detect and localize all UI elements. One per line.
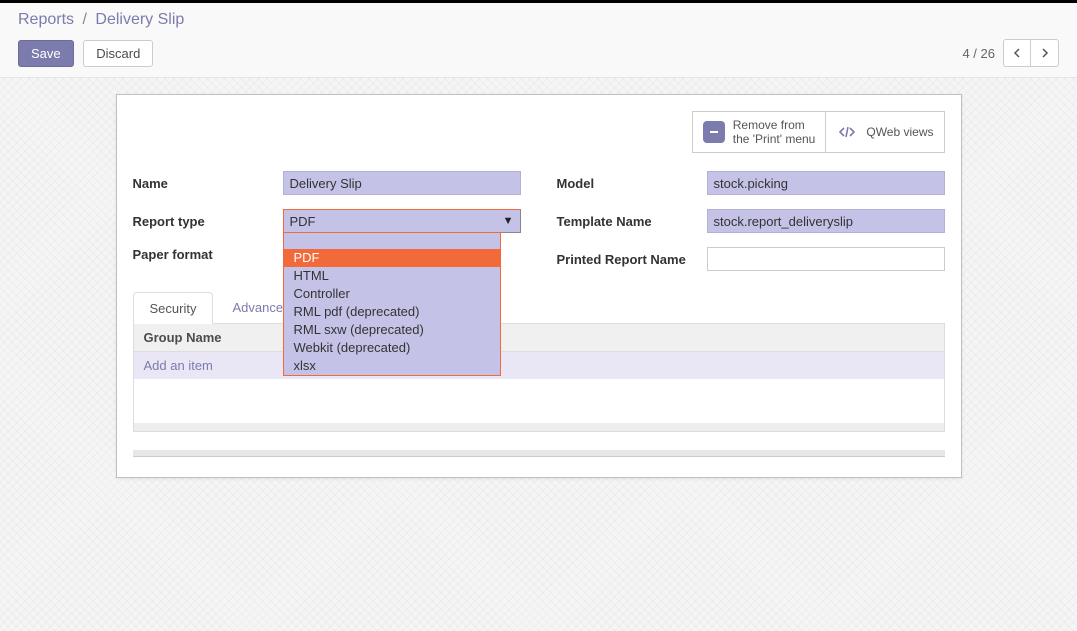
label-paper-format: Paper format — [133, 247, 283, 262]
pager-text: 4 / 26 — [962, 46, 995, 61]
report-type-dropdown[interactable]: PDF HTML Controller RML pdf (deprecated)… — [283, 232, 501, 376]
dropdown-option[interactable]: Controller — [284, 285, 500, 303]
dropdown-option[interactable]: RML sxw (deprecated) — [284, 321, 500, 339]
label-model: Model — [557, 176, 707, 191]
add-item-link[interactable]: Add an item — [144, 358, 213, 373]
pager-prev[interactable] — [1003, 39, 1031, 67]
label-report-type: Report type — [133, 214, 283, 229]
breadcrumb: Reports / Delivery Slip — [18, 11, 1059, 29]
name-field[interactable]: Delivery Slip — [283, 171, 521, 195]
remove-from-print-button[interactable]: Remove from the 'Print' menu — [693, 112, 826, 152]
qweb-views-button[interactable]: QWeb views — [825, 112, 943, 152]
table-header-group-name: Group Name — [134, 324, 944, 352]
report-type-value: PDF — [290, 214, 316, 229]
dropdown-option[interactable]: xlsx — [284, 357, 500, 375]
dropdown-option[interactable]: HTML — [284, 267, 500, 285]
tab-security[interactable]: Security — [133, 292, 214, 324]
label-name: Name — [133, 176, 283, 191]
discard-button[interactable]: Discard — [83, 40, 153, 67]
pager-next[interactable] — [1031, 39, 1059, 67]
report-type-field[interactable]: PDF ▼ — [283, 209, 521, 233]
pager: 4 / 26 — [962, 39, 1059, 67]
code-icon — [836, 121, 858, 143]
divider — [134, 423, 944, 431]
chevron-right-icon — [1040, 48, 1050, 58]
label-template-name: Template Name — [557, 214, 707, 229]
minus-icon — [703, 121, 725, 143]
remove-line2: the 'Print' menu — [733, 132, 816, 146]
breadcrumb-sep: / — [82, 11, 86, 28]
stat-buttons: Remove from the 'Print' menu QWeb views — [692, 111, 945, 153]
chevron-down-icon: ▼ — [503, 215, 514, 227]
form-col-right: Model stock.picking Template Name stock.… — [557, 171, 945, 271]
dropdown-option-blank[interactable] — [284, 233, 500, 249]
breadcrumb-root[interactable]: Reports — [18, 11, 74, 28]
save-button[interactable]: Save — [18, 40, 74, 67]
label-printed-name: Printed Report Name — [557, 252, 707, 267]
template-name-field[interactable]: stock.report_deliveryslip — [707, 209, 945, 233]
security-pane: Group Name Add an item — [133, 324, 945, 432]
dropdown-option[interactable]: Webkit (deprecated) — [284, 339, 500, 357]
page-header: Reports / Delivery Slip Save Discard 4 /… — [0, 3, 1077, 78]
breadcrumb-current: Delivery Slip — [95, 11, 184, 28]
remove-line1: Remove from — [733, 118, 805, 132]
chevron-left-icon — [1012, 48, 1022, 58]
table-row: Add an item — [134, 352, 944, 379]
form-sheet: Remove from the 'Print' menu QWeb views … — [116, 94, 962, 478]
tabs: Security Advanced — [133, 291, 945, 324]
form-col-left: Name Delivery Slip Report type PDF ▼ Pap… — [133, 171, 521, 271]
content-canvas: Remove from the 'Print' menu QWeb views … — [0, 78, 1077, 631]
dropdown-option[interactable]: PDF — [284, 249, 500, 267]
model-field[interactable]: stock.picking — [707, 171, 945, 195]
printed-name-field[interactable] — [707, 247, 945, 271]
qweb-label: QWeb views — [866, 125, 933, 139]
footer-divider-thin — [133, 456, 945, 457]
dropdown-option[interactable]: RML pdf (deprecated) — [284, 303, 500, 321]
